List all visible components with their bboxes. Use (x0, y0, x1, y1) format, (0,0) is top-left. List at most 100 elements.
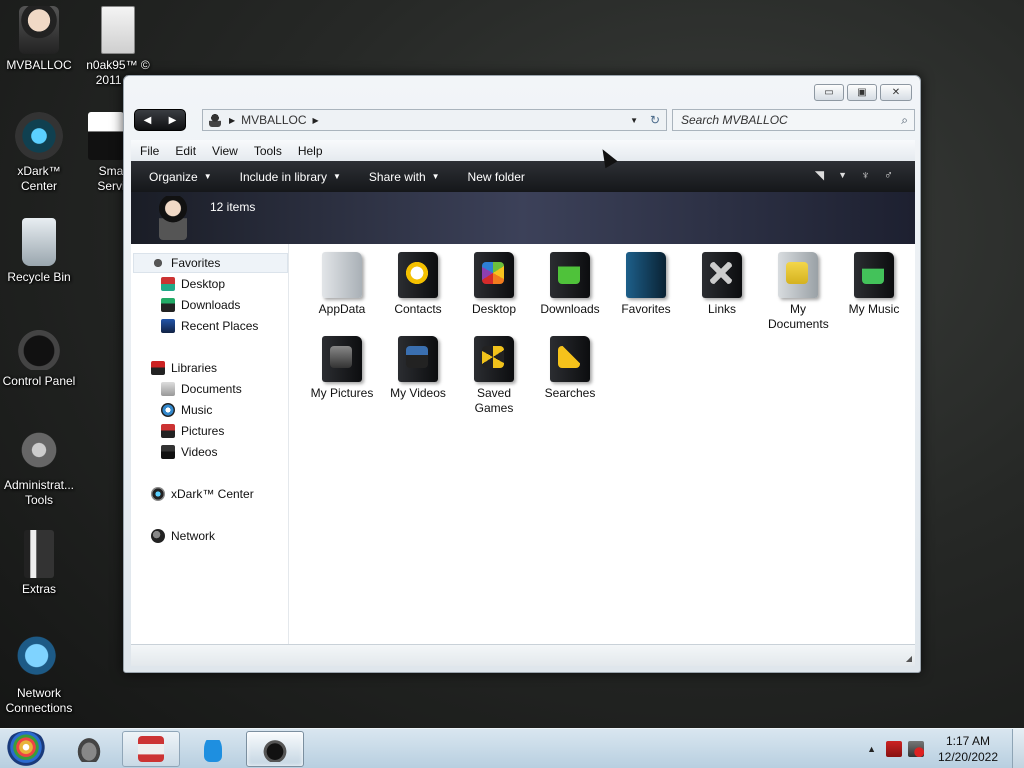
folder-appdata[interactable]: AppData (305, 244, 379, 317)
menu-tools[interactable]: Tools (254, 144, 282, 158)
search-box[interactable]: Search MVBALLOC ⌕ (672, 109, 915, 131)
desktop-icon-administrative-tools[interactable]: Administrat... Tools (0, 426, 78, 508)
address-bar[interactable]: ▶ MVBALLOC ▶ ▼ ↻ (202, 109, 667, 131)
desktop-icon-label: Network Connections (5, 686, 73, 715)
share-with-label: Share with (368, 169, 426, 184)
taskbar-item-store[interactable] (122, 731, 180, 767)
folder-favorites[interactable]: Favorites (609, 244, 683, 317)
minimize-button[interactable]: ▭ (814, 84, 844, 101)
preview-pane-icon[interactable]: ♆ (861, 168, 870, 182)
menu-help[interactable]: Help (298, 144, 323, 158)
action-center-icon[interactable] (886, 741, 902, 757)
resize-grip-icon[interactable]: ◢ (906, 654, 912, 663)
chevron-down-icon: ▼ (203, 172, 212, 181)
view-options-chevron-icon[interactable]: ▼ (838, 170, 847, 180)
menu-file[interactable]: File (140, 144, 159, 158)
chevron-down-icon: ▼ (333, 172, 341, 181)
smart-services-icon (88, 112, 124, 160)
window-controls: ▭ ▣ ✕ (814, 84, 912, 101)
my-pictures-folder-icon (322, 336, 362, 382)
close-button[interactable]: ✕ (880, 84, 912, 101)
explorer-icon (262, 736, 288, 762)
desktop-icon-network-connections[interactable]: Network Connections (0, 634, 78, 716)
taskbar-item-explorer[interactable] (246, 731, 304, 767)
nav-item-label: Desktop (181, 277, 226, 291)
folder-saved-games[interactable]: Saved Games (457, 328, 531, 416)
nav-item-downloads[interactable]: Downloads (161, 295, 240, 315)
show-hidden-icons-icon[interactable]: ▲ (867, 744, 876, 754)
volume-muted-icon[interactable] (908, 741, 924, 757)
nav-item-videos[interactable]: Videos (161, 442, 217, 462)
nav-item-documents[interactable]: Documents (161, 379, 242, 399)
refresh-icon[interactable]: ↻ (650, 113, 660, 127)
organize-button[interactable]: Organize ▼ (149, 170, 212, 184)
folder-label: Contacts (394, 302, 442, 316)
item-count: 12 items (210, 200, 256, 214)
change-view-icon[interactable]: ◥ (815, 168, 824, 182)
folder-links[interactable]: Links (685, 244, 759, 317)
navigation-pane: Favorites Desktop Downloads Recent Place… (131, 244, 289, 644)
nav-favorites[interactable]: Favorites (133, 253, 288, 273)
desktop-icon-xdark-center[interactable]: xDark™ Center (0, 112, 78, 194)
search-icon[interactable]: ⌕ (901, 113, 908, 128)
nav-xdark-center[interactable]: xDark™ Center (151, 484, 254, 504)
show-desktop-button[interactable] (1012, 729, 1024, 768)
share-with-button[interactable]: Share with ▼ (369, 170, 440, 184)
nav-item-desktop[interactable]: Desktop (161, 274, 225, 294)
folder-my-music[interactable]: My Music (837, 244, 911, 317)
navigation-row: ◀ ▶ ▶ MVBALLOC ▶ ▼ ↻ Search MVBALLOC ⌕ (134, 108, 915, 132)
start-button[interactable] (4, 731, 48, 767)
include-in-library-label: Include in library (239, 169, 327, 184)
explorer-window: ▭ ▣ ✕ ◀ ▶ ▶ MVBALLOC ▶ ▼ ↻ Search MVBALL… (123, 75, 921, 673)
folder-searches[interactable]: Searches (533, 328, 607, 401)
taskbar-item-ufo[interactable] (60, 731, 118, 767)
view-controls: ◥ ▼ ♆ ♂ (815, 168, 893, 182)
recent-places-icon (161, 319, 175, 333)
documents-icon (161, 382, 175, 396)
desktop-icon-smart-services[interactable]: Sma Servi (86, 112, 126, 194)
back-button[interactable]: ◀ (144, 115, 152, 126)
my-videos-folder-icon (398, 336, 438, 382)
help-icon[interactable]: ♂ (884, 168, 893, 182)
desktop-icon-mvballoc[interactable]: MVBALLOC (0, 6, 78, 73)
include-in-library-button[interactable]: Include in library ▼ (240, 170, 341, 184)
extras-icon (24, 530, 54, 578)
breadcrumb-mvballoc[interactable]: MVBALLOC (241, 113, 306, 127)
searches-folder-icon (550, 336, 590, 382)
new-folder-label: New folder (467, 169, 525, 184)
desktop-icon-control-panel[interactable]: Control Panel (0, 322, 78, 389)
downloads-folder-icon (550, 252, 590, 298)
folder-label: AppData (318, 302, 366, 316)
folder-my-documents[interactable]: My Documents (761, 244, 835, 332)
folder-desktop[interactable]: Desktop (457, 244, 531, 317)
nav-item-recent-places[interactable]: Recent Places (161, 316, 258, 336)
breadcrumb-separator[interactable]: ▶ (229, 116, 235, 125)
desktop-icon-extras[interactable]: Extras (0, 530, 78, 597)
new-folder-button[interactable]: New folder (468, 170, 525, 184)
folder-my-videos[interactable]: My Videos (381, 328, 455, 401)
menu-edit[interactable]: Edit (175, 144, 196, 158)
address-dropdown-icon[interactable]: ▼ (630, 116, 638, 125)
user-avatar-icon (19, 6, 59, 54)
desktop-icon-label: Control Panel (2, 374, 76, 388)
search-input[interactable]: Search MVBALLOC (681, 113, 788, 127)
store-icon (138, 736, 164, 762)
clock[interactable]: 1:17 AM 12/20/2022 (930, 733, 1006, 765)
nav-item-pictures[interactable]: Pictures (161, 421, 224, 441)
nav-libraries-label: Libraries (171, 361, 218, 375)
folder-contacts[interactable]: Contacts (381, 244, 455, 317)
folder-my-pictures[interactable]: My Pictures (305, 328, 379, 401)
forward-button[interactable]: ▶ (169, 115, 177, 126)
taskbar-item-music[interactable] (184, 731, 242, 767)
desktop-icon-recycle-bin[interactable]: Recycle Bin (0, 218, 78, 285)
folder-downloads[interactable]: Downloads (533, 244, 607, 317)
nav-item-music[interactable]: Music (161, 400, 212, 420)
system-tray: ▲ 1:17 AM 12/20/2022 (867, 729, 1024, 768)
favorites-folder-icon (626, 252, 666, 298)
menu-view[interactable]: View (212, 144, 238, 158)
maximize-button[interactable]: ▣ (847, 84, 877, 101)
nav-libraries[interactable]: Libraries (151, 358, 217, 378)
nav-network[interactable]: Network (151, 526, 215, 546)
breadcrumb-separator[interactable]: ▶ (313, 116, 319, 125)
links-folder-icon (702, 252, 742, 298)
